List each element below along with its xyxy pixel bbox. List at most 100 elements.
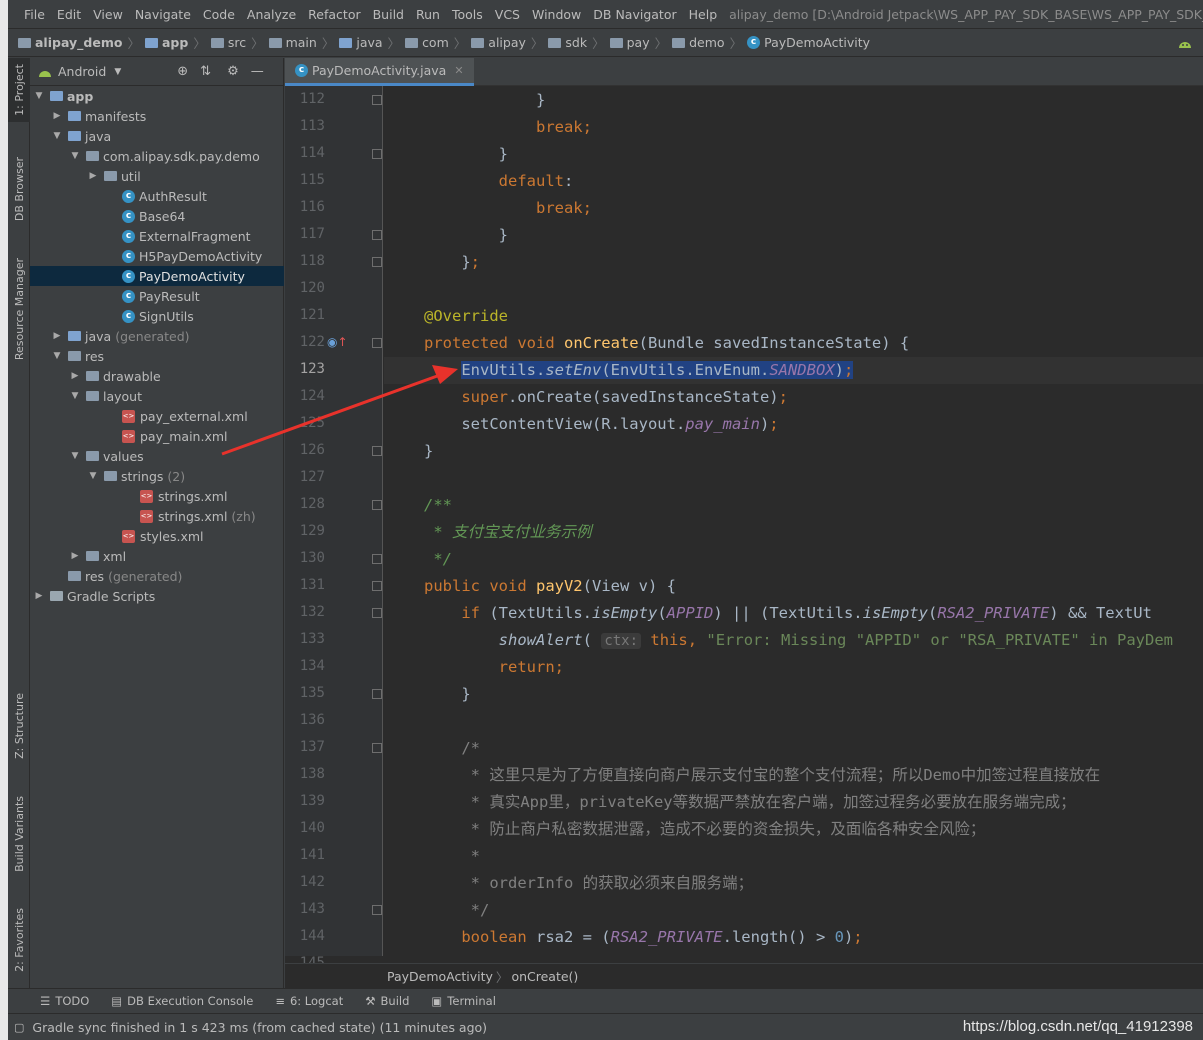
crumb-sdk[interactable]: sdk: [546, 35, 589, 50]
tree-item[interactable]: <> pay_main.xml: [30, 426, 284, 446]
code-line[interactable]: * 防止商户私密数据泄露，造成不必要的资金损失，及面临各种安全风险；: [384, 816, 1203, 843]
crumb-com[interactable]: com: [403, 35, 451, 50]
menu-db-navigator[interactable]: DB Navigator: [587, 7, 682, 22]
status-toggle-icon[interactable]: ▢: [14, 1021, 24, 1034]
crumb-project[interactable]: alipay_demo: [16, 35, 124, 50]
fold-marker-icon[interactable]: [372, 608, 382, 618]
logcat-button[interactable]: ≡ 6: Logcat: [275, 994, 343, 1008]
code-line[interactable]: break;: [384, 195, 1203, 222]
view-mode-selector[interactable]: Android: [58, 64, 106, 79]
fold-marker-icon[interactable]: [372, 905, 382, 915]
crumb-pay[interactable]: pay: [608, 35, 652, 50]
fold-marker-icon[interactable]: [372, 95, 382, 105]
expand-right-icon[interactable]: ▶: [34, 591, 44, 601]
code-line[interactable]: EnvUtils.setEnv(EnvUtils.EnvEnum.SANDBOX…: [384, 357, 1203, 384]
tree-item[interactable]: c ExternalFragment: [30, 226, 284, 246]
tree-item[interactable]: <> pay_external.xml: [30, 406, 284, 426]
tab-favorites[interactable]: 2: Favorites: [8, 898, 30, 982]
code-line[interactable]: [384, 276, 1203, 303]
breadcrumb-method[interactable]: onCreate(): [511, 969, 578, 984]
code-area[interactable]: } break; } default: break; } }; @Override…: [384, 86, 1203, 956]
code-line[interactable]: *: [384, 843, 1203, 870]
crumb-app[interactable]: app: [143, 35, 190, 50]
tree-item[interactable]: c PayDemoActivity: [30, 266, 284, 286]
menu-vcs[interactable]: VCS: [489, 7, 526, 22]
code-line[interactable]: */: [384, 546, 1203, 573]
tree-item[interactable]: ▼ res: [30, 346, 284, 366]
expand-right-icon[interactable]: ▶: [52, 111, 62, 121]
expand-down-icon[interactable]: ▼: [88, 471, 98, 481]
code-line[interactable]: }: [384, 438, 1203, 465]
fold-marker-icon[interactable]: [372, 230, 382, 240]
code-line[interactable]: /**: [384, 492, 1203, 519]
menu-help[interactable]: Help: [683, 7, 724, 22]
code-line[interactable]: [384, 465, 1203, 492]
tab-structure[interactable]: Z: Structure: [8, 684, 30, 768]
fold-marker-icon[interactable]: [372, 500, 382, 510]
code-line[interactable]: showAlert( ctx: this, "Error: Missing "A…: [384, 627, 1203, 654]
tab-pay-demo-activity[interactable]: c PayDemoActivity.java ✕: [285, 58, 474, 86]
tab-db-browser[interactable]: DB Browser: [8, 146, 30, 232]
tree-item[interactable]: res (generated): [30, 566, 284, 586]
expand-down-icon[interactable]: ▼: [70, 451, 80, 461]
tree-item[interactable]: ▶ java (generated): [30, 326, 284, 346]
expand-right-icon[interactable]: ▶: [70, 551, 80, 561]
expand-down-icon[interactable]: ▼: [34, 91, 44, 101]
tree-item[interactable]: c SignUtils: [30, 306, 284, 326]
code-line[interactable]: }: [384, 87, 1203, 114]
menu-file[interactable]: File: [18, 7, 51, 22]
expand-down-icon[interactable]: ▼: [70, 391, 80, 401]
terminal-button[interactable]: ▣ Terminal: [431, 994, 495, 1008]
gear-icon[interactable]: ⚙: [227, 64, 239, 79]
code-line[interactable]: super.onCreate(savedInstanceState);: [384, 384, 1203, 411]
tree-item[interactable]: <> styles.xml: [30, 526, 284, 546]
menu-build[interactable]: Build: [367, 7, 410, 22]
code-line[interactable]: * 这里只是为了方便直接向商户展示支付宝的整个支付流程；所以Demo中加签过程直…: [384, 762, 1203, 789]
code-line[interactable]: };: [384, 249, 1203, 276]
crumb-java[interactable]: java: [337, 35, 384, 50]
fold-marker-icon[interactable]: [372, 689, 382, 699]
code-line[interactable]: * orderInfo 的获取必须来自服务端；: [384, 870, 1203, 897]
code-line[interactable]: }: [384, 681, 1203, 708]
expand-right-icon[interactable]: ▶: [70, 371, 80, 381]
menu-navigate[interactable]: Navigate: [129, 7, 197, 22]
menu-edit[interactable]: Edit: [51, 7, 87, 22]
expand-down-icon[interactable]: ▼: [52, 131, 62, 141]
override-marker-icon[interactable]: ◉↑: [327, 335, 348, 349]
collapse-all-icon[interactable]: ⇅: [200, 64, 211, 79]
code-line[interactable]: boolean rsa2 = (RSA2_PRIVATE.length() > …: [384, 924, 1203, 951]
menu-window[interactable]: Window: [526, 7, 587, 22]
breadcrumb-class[interactable]: PayDemoActivity: [387, 969, 493, 984]
code-line[interactable]: Map<String, String> params = OrderInfoUt…: [384, 951, 1203, 956]
tree-item[interactable]: ▶ drawable: [30, 366, 284, 386]
menu-tools[interactable]: Tools: [446, 7, 489, 22]
menu-code[interactable]: Code: [197, 7, 241, 22]
code-line[interactable]: default:: [384, 168, 1203, 195]
expand-right-icon[interactable]: ▶: [52, 331, 62, 341]
crumb-main[interactable]: main: [267, 35, 319, 50]
menu-view[interactable]: View: [87, 7, 129, 22]
fold-marker-icon[interactable]: [372, 446, 382, 456]
fold-marker-icon[interactable]: [372, 743, 382, 753]
fold-marker-icon[interactable]: [372, 554, 382, 564]
menu-run[interactable]: Run: [410, 7, 446, 22]
code-line[interactable]: setContentView(R.layout.pay_main);: [384, 411, 1203, 438]
code-line[interactable]: [384, 708, 1203, 735]
crumb-src[interactable]: src: [209, 35, 248, 50]
tree-item[interactable]: ▶ manifests: [30, 106, 284, 126]
code-line[interactable]: if (TextUtils.isEmpty(APPID) || (TextUti…: [384, 600, 1203, 627]
code-line[interactable]: }: [384, 141, 1203, 168]
code-line[interactable]: */: [384, 897, 1203, 924]
todo-button[interactable]: ☰ TODO: [40, 994, 89, 1008]
code-line[interactable]: /*: [384, 735, 1203, 762]
code-line[interactable]: * 真实App里，privateKey等数据严禁放在客户端，加签过程务必要放在服…: [384, 789, 1203, 816]
locate-icon[interactable]: ⊕: [177, 64, 188, 79]
tab-build-variants[interactable]: Build Variants: [8, 786, 30, 882]
tree-item[interactable]: ▼ strings (2): [30, 466, 284, 486]
menu-analyze[interactable]: Analyze: [241, 7, 302, 22]
fold-marker-icon[interactable]: [372, 149, 382, 159]
tree-item[interactable]: c Base64: [30, 206, 284, 226]
tree-item[interactable]: c H5PayDemoActivity: [30, 246, 284, 266]
code-line[interactable]: return;: [384, 654, 1203, 681]
code-line[interactable]: break;: [384, 114, 1203, 141]
